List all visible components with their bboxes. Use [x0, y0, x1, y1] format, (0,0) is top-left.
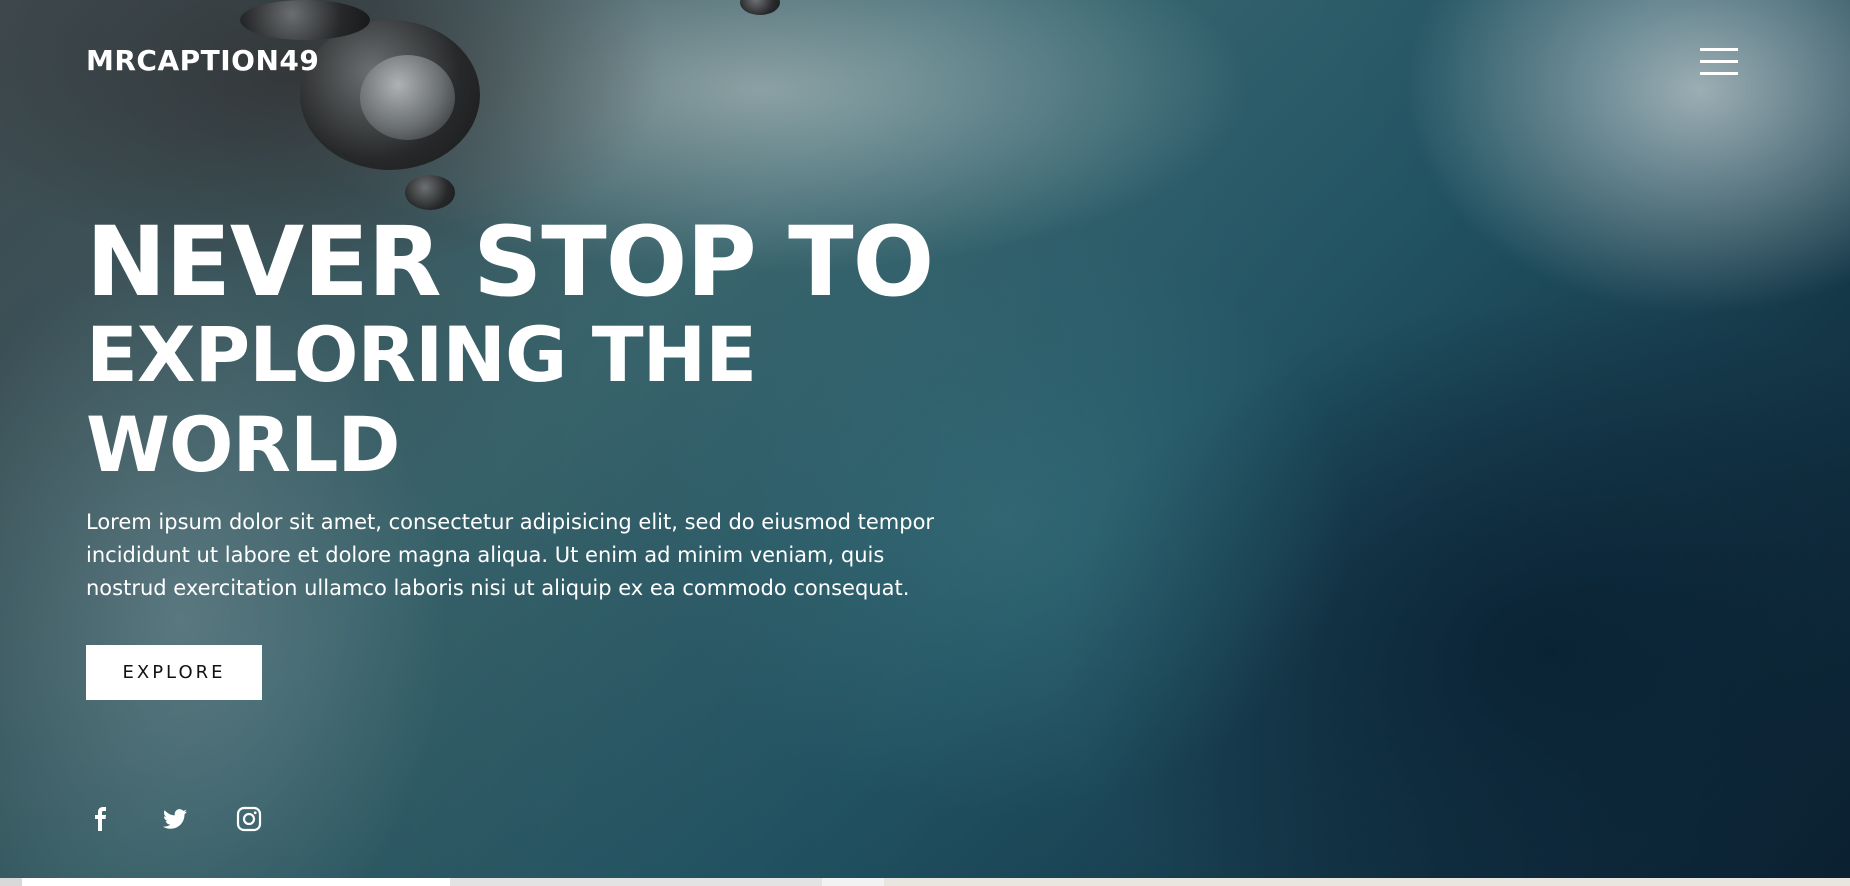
hero-section: MRCAPTION49 NEVER STOP TO EXPLORING THE … [0, 0, 1850, 886]
instagram-icon[interactable] [236, 806, 262, 832]
hero-description: Lorem ipsum dolor sit amet, consectetur … [86, 510, 935, 600]
explore-button[interactable]: EXPLORE [86, 645, 262, 700]
site-logo[interactable]: MRCAPTION49 [86, 44, 319, 77]
hero-title-line1: NEVER STOP TO [86, 206, 934, 318]
bottom-strip [0, 878, 1850, 886]
twitter-icon[interactable] [162, 806, 188, 832]
hamburger-menu-icon[interactable] [1700, 48, 1738, 76]
facebook-icon[interactable] [88, 806, 114, 832]
social-links [88, 806, 262, 832]
hero-title-line2: EXPLORING THE WORLD [86, 310, 757, 489]
hero-content: NEVER STOP TO EXPLORING THE WORLD Lorem … [86, 214, 1046, 700]
